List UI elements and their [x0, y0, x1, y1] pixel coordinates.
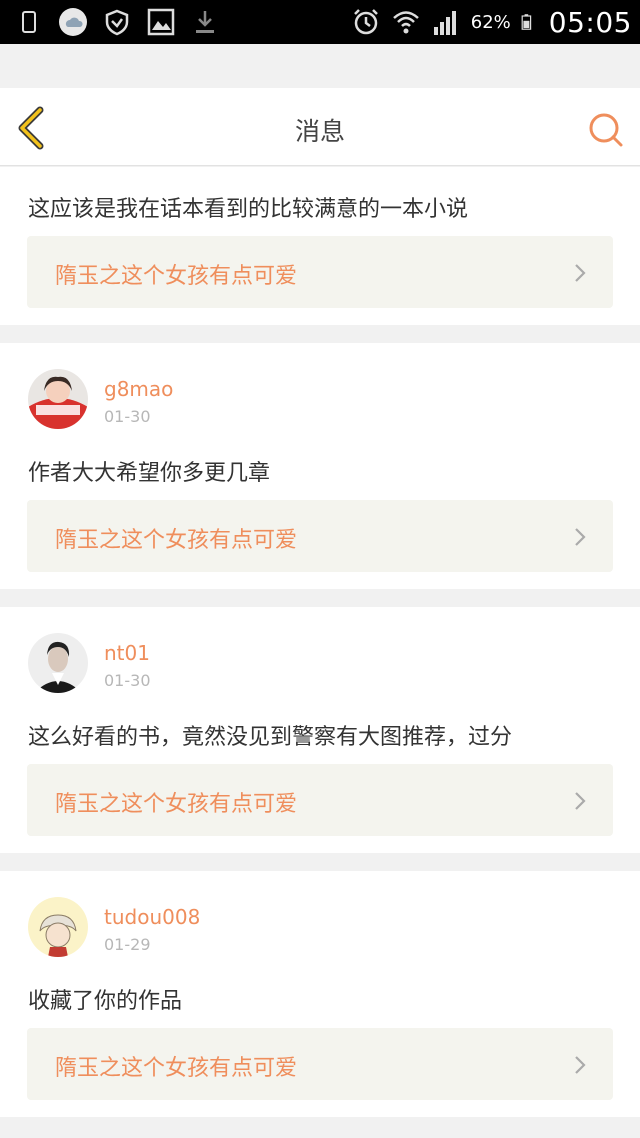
signal-icon: [433, 11, 456, 35]
book-link[interactable]: 隋玉之这个女孩有点可爱: [27, 236, 613, 308]
message-card: 这应该是我在话本看到的比较满意的一本小说 隋玉之这个女孩有点可爱: [0, 167, 640, 325]
weather-cloud-icon: [59, 8, 87, 36]
book-link[interactable]: 隋玉之这个女孩有点可爱: [27, 500, 613, 572]
clock-time: 05:05: [548, 5, 632, 39]
image-icon: [147, 8, 175, 36]
alarm-icon: [353, 9, 378, 35]
chevron-right-icon: [575, 1056, 586, 1074]
battery-icon: [521, 14, 531, 30]
search-icon[interactable]: [586, 110, 626, 150]
chevron-right-icon: [575, 528, 586, 546]
username[interactable]: g8mao: [104, 377, 173, 401]
book-title: 隋玉之这个女孩有点可爱: [55, 528, 298, 553]
book-link[interactable]: 隋玉之这个女孩有点可爱: [27, 1028, 613, 1100]
message-date: 01-30: [104, 407, 151, 426]
chevron-right-icon: [575, 792, 586, 810]
download-icon: [196, 11, 214, 33]
message-date: 01-30: [104, 671, 151, 690]
status-bar: 62% 05:05: [0, 0, 640, 44]
chevron-right-icon: [575, 264, 586, 282]
message-card: tudou008 01-29 收藏了你的作品 隋玉之这个女孩有点可爱: [0, 871, 640, 1117]
message-comment: 这应该是我在话本看到的比较满意的一本小说: [28, 197, 469, 222]
avatar[interactable]: [28, 369, 88, 429]
navigation-bar: 消息: [0, 88, 640, 166]
message-card: g8mao 01-30 作者大大希望你多更几章 隋玉之这个女孩有点可爱: [0, 343, 640, 589]
book-title: 隋玉之这个女孩有点可爱: [55, 1056, 298, 1081]
message-comment: 收藏了你的作品: [28, 989, 183, 1014]
username[interactable]: nt01: [104, 641, 150, 665]
book-link[interactable]: 隋玉之这个女孩有点可爱: [27, 764, 613, 836]
message-card: nt01 01-30 这么好看的书，竟然没见到警察有大图推荐，过分 隋玉之这个女…: [0, 607, 640, 853]
book-title: 隋玉之这个女孩有点可爱: [55, 264, 298, 289]
message-comment: 作者大大希望你多更几章: [28, 461, 271, 486]
wifi-icon: [392, 11, 419, 34]
message-date: 01-29: [104, 935, 151, 954]
avatar[interactable]: [28, 633, 88, 693]
shield-icon: [105, 9, 129, 36]
book-title: 隋玉之这个女孩有点可爱: [55, 792, 298, 817]
top-spacer: [0, 44, 640, 88]
sim-icon: [22, 11, 36, 33]
username[interactable]: tudou008: [104, 905, 200, 929]
page-title: 消息: [294, 117, 345, 146]
avatar[interactable]: [28, 897, 88, 957]
message-comment: 这么好看的书，竟然没见到警察有大图推荐，过分: [28, 725, 513, 750]
battery-percent: 62%: [470, 11, 511, 33]
